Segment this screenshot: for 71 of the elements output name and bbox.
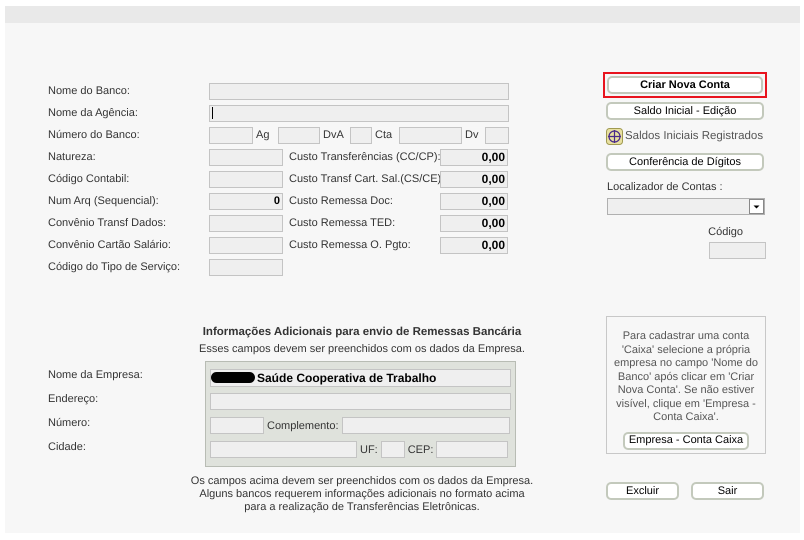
field-label: Endereço: bbox=[48, 392, 98, 406]
field-label: CEP: bbox=[408, 442, 434, 458]
field-label: Custo Transferências (CC/CP): bbox=[288, 150, 440, 165]
input-field[interactable]: Saúde Cooperativa de Trabalho bbox=[210, 368, 511, 387]
input-field[interactable]: 0,00 bbox=[440, 236, 508, 254]
button[interactable]: Excluir bbox=[606, 482, 679, 500]
redaction-mark bbox=[211, 372, 255, 384]
button[interactable]: Conferência de Dígitos bbox=[606, 153, 764, 172]
field-label: Ag bbox=[255, 128, 270, 143]
input-field[interactable] bbox=[278, 126, 320, 144]
text-cursor bbox=[212, 107, 213, 119]
field-label: Dv bbox=[464, 128, 480, 143]
section-subtitle: Esses campos devem ser preenchidos com os dados da Empresa. bbox=[198, 342, 526, 358]
button[interactable]: Saldo Inicial - Edição bbox=[606, 102, 764, 120]
input-field[interactable] bbox=[209, 236, 283, 254]
input-field[interactable]: 0,00 bbox=[440, 148, 508, 166]
field-label: Nome do Banco: bbox=[48, 84, 131, 99]
footnote-text: para a realização de Transferências Eletrônicas. bbox=[244, 500, 480, 514]
button[interactable]: Criar Nova Conta bbox=[607, 76, 763, 94]
input-field[interactable]: 0,00 bbox=[440, 170, 508, 188]
info-text: Para cadastrar uma conta 'Caixa' selecione a própria empresa no campo 'Nome do Banco' após clicar em 'Criar Nova Conta'. Se não estiver visível, clique em 'Empresa - Conta Caixa'. bbox=[613, 330, 759, 425]
input-field[interactable] bbox=[709, 242, 766, 260]
field-label: Número: bbox=[48, 416, 90, 430]
button[interactable]: Sair bbox=[691, 482, 764, 500]
input-field[interactable]: 0 bbox=[209, 192, 283, 210]
footnote-text: Os campos acima devem ser preenchidos com os dados da Empresa. bbox=[190, 474, 534, 488]
field-label: Código bbox=[708, 224, 743, 240]
input-field[interactable] bbox=[210, 441, 357, 458]
footnote-text: Alguns bancos requerem informações adicionais no formato acima bbox=[199, 488, 525, 501]
input-field[interactable]: 0,00 bbox=[440, 214, 508, 232]
button[interactable]: Empresa - Conta Caixa bbox=[622, 432, 750, 450]
link-label[interactable]: Saldos Iniciais Registrados bbox=[625, 128, 764, 146]
input-field[interactable]: 0,00 bbox=[440, 192, 508, 210]
input-field[interactable] bbox=[485, 126, 509, 144]
field-label: UF: bbox=[360, 442, 378, 458]
field-label: Natureza: bbox=[48, 150, 97, 165]
field-label: DvA bbox=[322, 128, 345, 143]
input-field[interactable] bbox=[209, 258, 283, 276]
input-field[interactable] bbox=[209, 126, 253, 144]
field-label: Código Contabil: bbox=[48, 172, 130, 187]
field-label: Nome da Empresa: bbox=[48, 368, 143, 382]
field-label: Nome da Agência: bbox=[48, 106, 139, 121]
field-label: Num Arq (Sequencial): bbox=[48, 194, 160, 209]
input-field[interactable] bbox=[342, 417, 510, 434]
field-label: Custo Transf Cart. Sal.(CS/CE) bbox=[288, 172, 440, 187]
input-field[interactable] bbox=[380, 441, 405, 458]
crosshair-icon[interactable] bbox=[606, 128, 623, 146]
field-label: Número do Banco: bbox=[48, 128, 141, 143]
field-label: Código do Tipo de Serviço: bbox=[48, 260, 182, 275]
input-field[interactable] bbox=[209, 148, 283, 166]
input-field[interactable] bbox=[436, 441, 508, 458]
field-label: Cidade: bbox=[48, 440, 86, 454]
input-field[interactable] bbox=[210, 393, 511, 410]
input-field[interactable] bbox=[350, 126, 372, 144]
field-label: Convênio Transf Dados: bbox=[48, 216, 168, 231]
field-label: Localizador de Contas : bbox=[607, 180, 724, 196]
field-label: Custo Remessa O. Pgto: bbox=[288, 238, 412, 253]
input-field[interactable] bbox=[210, 417, 264, 434]
input-field[interactable] bbox=[209, 104, 509, 122]
caret-icon bbox=[749, 198, 764, 214]
input-field[interactable] bbox=[209, 214, 283, 232]
input-field[interactable] bbox=[399, 126, 462, 144]
field-label: Custo Remessa TED: bbox=[288, 216, 396, 231]
section-title: Informações Adicionais para envio de Remessas Bancária bbox=[202, 325, 522, 340]
dropdown[interactable] bbox=[607, 198, 765, 215]
field-label: Convênio Cartão Salário: bbox=[48, 238, 172, 253]
input-field[interactable] bbox=[209, 170, 283, 188]
field-label: Custo Remessa Doc: bbox=[288, 194, 394, 209]
field-label: Cta bbox=[374, 128, 394, 143]
input-field[interactable] bbox=[209, 82, 509, 100]
field-label: Complemento: bbox=[267, 418, 339, 434]
